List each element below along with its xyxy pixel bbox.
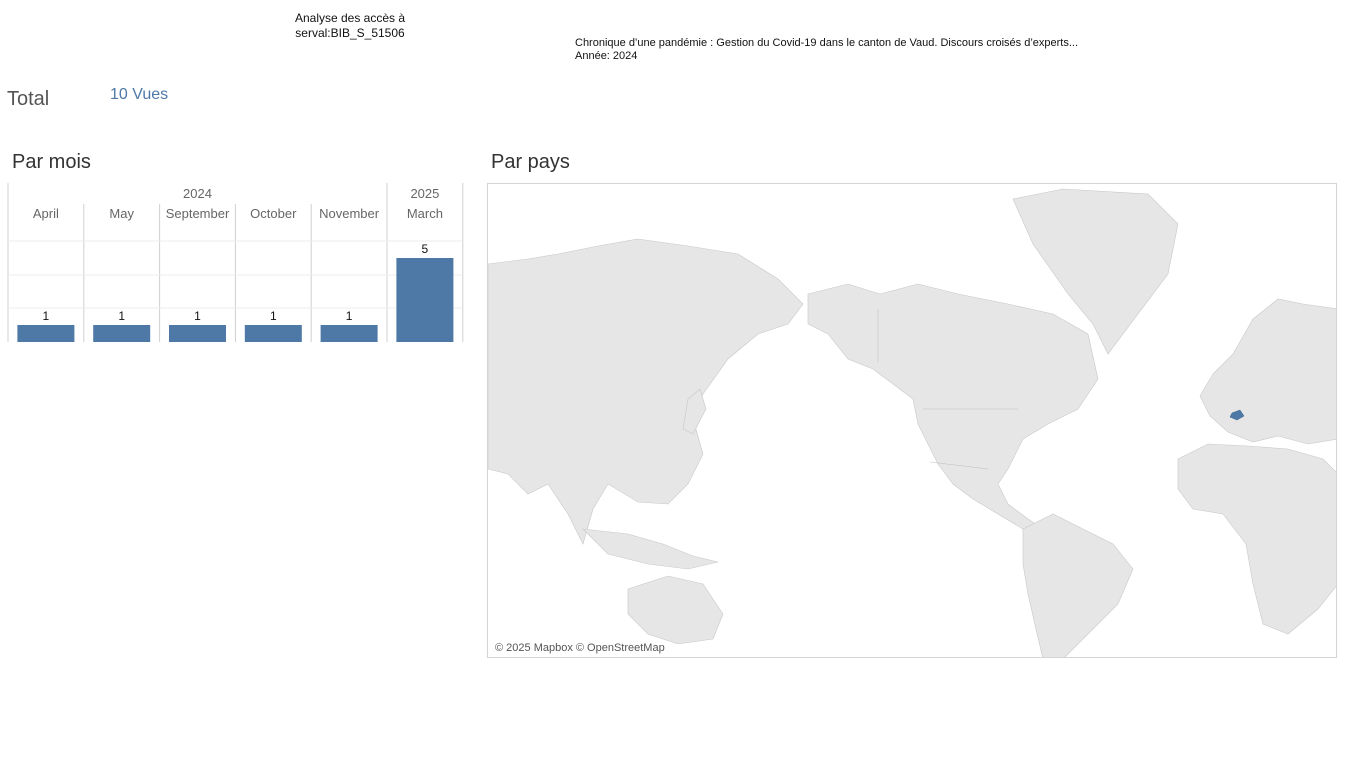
bar-november (320, 325, 378, 342)
month-label: October (250, 206, 297, 221)
report-title-line1: Analyse des accès à (294, 11, 406, 25)
landmass-southeast-islands (582, 528, 719, 570)
document-info: Chronique d’une pandémie : Gestion du Co… (575, 37, 1078, 63)
total-label: Total (7, 88, 50, 110)
bar-april (17, 325, 75, 342)
month-label: March (407, 206, 443, 221)
month-label: November (319, 206, 380, 221)
by-country-title: Par pays (491, 151, 570, 173)
report-title-line2: serval:BIB_S_51506 (295, 26, 405, 40)
bar-value-label: 1 (118, 309, 125, 323)
landmass-australia (627, 575, 724, 645)
bar-may (93, 325, 151, 342)
bar-value-label: 1 (346, 309, 353, 323)
country-map[interactable] (487, 183, 1337, 658)
document-title: Chronique d’une pandémie : Gestion du Co… (575, 37, 1079, 49)
bar-value-label: 1 (194, 309, 201, 323)
year-header: 2025 (410, 186, 439, 201)
map-credit[interactable]: © 2025 Mapbox © OpenStreetMap (495, 642, 665, 654)
landmass-north-america (807, 283, 1099, 530)
bar-value-label: 1 (270, 309, 277, 323)
by-month-title: Par mois (12, 151, 91, 173)
bar-value-label: 5 (422, 242, 429, 256)
monthly-views-chart: 2024 2025 April 1 May 1 September 1 October 1 Nove… (7, 183, 464, 342)
landmass-asia (488, 238, 804, 545)
bar-march (396, 258, 454, 342)
month-label: September (166, 206, 230, 221)
total-views-value: 10 Vues (110, 86, 169, 103)
landmass-europe (1199, 298, 1336, 445)
month-label: May (109, 206, 134, 221)
bar-september (169, 325, 226, 342)
bar-october (244, 325, 302, 342)
month-label: April (33, 206, 59, 221)
world-map (488, 188, 1336, 657)
report-title: Analyse des accès à serval:BIB_S_51506 (250, 11, 450, 41)
document-year: Année: 2024 (575, 50, 638, 62)
year-header: 2024 (183, 186, 212, 201)
bar-value-label: 1 (43, 309, 50, 323)
landmass-africa (1177, 443, 1336, 635)
landmass-south-america (1022, 513, 1134, 657)
